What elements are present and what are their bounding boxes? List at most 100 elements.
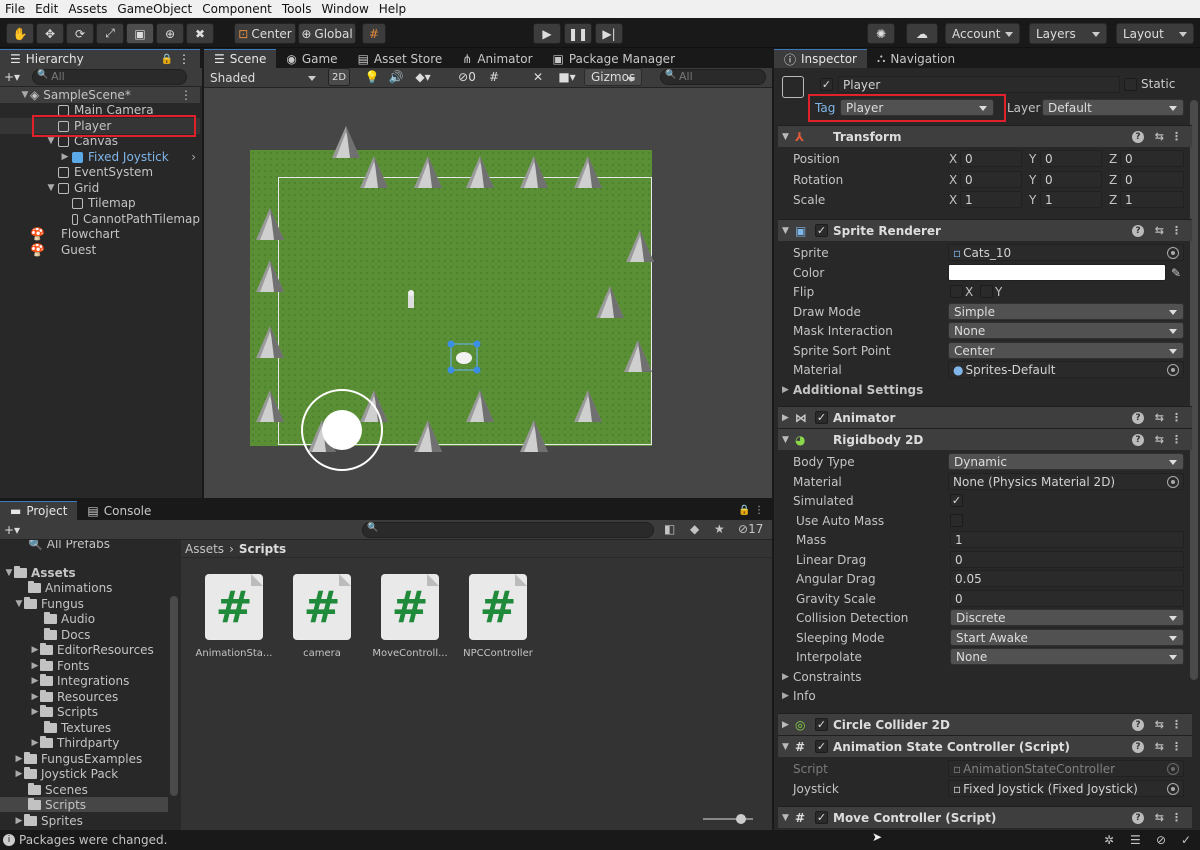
presets-icon[interactable]: ⇆ (1155, 811, 1164, 824)
tab-navigation[interactable]: ⛬ Navigation (867, 49, 965, 68)
collision-detection-dropdown[interactable]: Discrete (950, 609, 1184, 626)
scene-root[interactable]: ▼ ◈ SampleScene* ⋮ (0, 87, 200, 103)
rotation-x-field[interactable]: 0 (960, 171, 1022, 188)
layer-dropdown[interactable]: Default (1042, 99, 1184, 116)
file-label-animationstate[interactable]: AnimationSta... (191, 648, 277, 659)
presets-icon[interactable]: ⇆ (1155, 740, 1164, 753)
object-name-field[interactable]: Player (838, 76, 1120, 93)
component-menu-icon[interactable]: ⋮ (1171, 130, 1182, 143)
space-global-button[interactable]: ⊕ Global (298, 23, 356, 44)
position-y-field[interactable]: 0 (1040, 150, 1102, 167)
filter-type-icon[interactable]: ◧ (664, 522, 675, 536)
static-label[interactable]: Static (1141, 77, 1175, 91)
sprite-renderer-header[interactable]: ▼ ▣ ✓ Sprite Renderer? ⇆ ⋮ (778, 219, 1192, 241)
move-tool-icon[interactable]: ✥ (36, 23, 64, 44)
lock-icon[interactable]: 🔒 ⋮ (738, 505, 764, 516)
tree-scripts[interactable]: Scripts (0, 797, 168, 812)
menu-assets[interactable]: Assets (63, 2, 112, 16)
layout-dropdown[interactable]: Layout (1116, 23, 1194, 44)
hidden-packages-icon[interactable]: ⊘17 (738, 522, 763, 536)
hierarchy-item-cannotpathtilemap[interactable]: CannotPathTilemap (0, 211, 200, 227)
tab-package-manager[interactable]: ▣ Package Manager (543, 49, 686, 68)
circle-collider-enabled-checkbox[interactable]: ✓ (815, 718, 828, 731)
object-picker-icon[interactable] (1167, 782, 1179, 795)
collab-icon[interactable]: ✺ (867, 23, 895, 44)
effects-icon[interactable]: ◆▾ (410, 68, 436, 86)
object-picker-icon[interactable] (1167, 363, 1179, 376)
presets-icon[interactable]: ⇆ (1155, 224, 1164, 237)
camera-icon[interactable]: ■▾ (554, 68, 580, 86)
flip-x-checkbox[interactable] (950, 285, 963, 298)
tree-fungus[interactable]: ▼ Fungus (14, 596, 84, 611)
scale-tool-icon[interactable]: ⤢ (96, 23, 124, 44)
layers-dropdown[interactable]: Layers (1029, 23, 1107, 44)
tab-scene[interactable]: ☰ Scene (204, 49, 277, 68)
tree-editorresources[interactable]: ▶ EditorResources (30, 642, 154, 657)
interpolate-dropdown[interactable]: None (950, 648, 1184, 665)
color-swatch[interactable] (948, 264, 1166, 281)
hierarchy-item-eventsystem[interactable]: EventSystem (0, 164, 200, 180)
tab-animator[interactable]: ⋔ Animator (452, 49, 542, 68)
rotation-y-field[interactable]: 0 (1040, 171, 1102, 188)
favorite-star-icon[interactable]: ★ (714, 522, 725, 536)
mass-field[interactable]: 1 (950, 531, 1184, 548)
menu-tools[interactable]: Tools (277, 2, 317, 16)
tools-icon[interactable]: ✕ (528, 68, 548, 86)
script-file-icon[interactable]: # (293, 574, 351, 640)
flip-y-checkbox[interactable] (980, 285, 993, 298)
tree-fungusexamples[interactable]: ▶ FungusExamples (14, 751, 142, 766)
pivot-center-button[interactable]: ⊡ Center (234, 23, 296, 44)
animator-header[interactable]: ▶ ⋈ ✓ Animator? ⇆ ⋮ (778, 406, 1192, 428)
tab-asset-store[interactable]: ▤ Asset Store (348, 49, 453, 68)
player-sprite[interactable] (447, 340, 481, 374)
play-button[interactable]: ▶ (533, 23, 561, 44)
component-menu-icon[interactable]: ⋮ (1171, 224, 1182, 237)
tab-console[interactable]: ▤ Console (77, 501, 161, 520)
file-label-camera[interactable]: camera (279, 648, 365, 659)
menu-edit[interactable]: Edit (30, 2, 63, 16)
presets-icon[interactable]: ⇆ (1155, 411, 1164, 424)
tree-animations[interactable]: Animations (28, 580, 112, 595)
tab-hierarchy[interactable]: ☰ Hierarchy 🔒 ⋮ (0, 49, 200, 68)
audio-icon[interactable]: 🔊 (386, 68, 406, 86)
component-menu-icon[interactable]: ⋮ (1171, 433, 1182, 446)
component-menu-icon[interactable]: ⋮ (1171, 718, 1182, 731)
presets-icon[interactable]: ⇆ (1155, 718, 1164, 731)
tab-project[interactable]: ▬ Project (0, 501, 78, 520)
angular-drag-field[interactable]: 0.05 (950, 570, 1184, 587)
menu-dots-icon[interactable]: ⋮ (178, 52, 190, 66)
transform-header[interactable]: ▼ ⅄ Transform? ⇆ ⋮ (778, 125, 1192, 147)
material-field[interactable]: ● Sprites-Default (948, 361, 1184, 378)
breadcrumb-scripts[interactable]: Scripts (239, 542, 286, 556)
hierarchy-item-grid[interactable]: ▼ Grid (0, 180, 200, 196)
hierarchy-search-input[interactable]: All (32, 69, 188, 85)
breadcrumb-assets[interactable]: Assets (185, 542, 224, 556)
help-icon[interactable]: ? (1132, 411, 1144, 424)
menu-gameobject[interactable]: GameObject (112, 2, 197, 16)
step-button[interactable]: ▶| (595, 23, 623, 44)
sprite-field[interactable]: ▫ Cats_10 (948, 244, 1184, 261)
anim-state-enabled-checkbox[interactable]: ✓ (815, 740, 828, 753)
active-checkbox[interactable]: ✓ (820, 78, 833, 91)
debug-icon[interactable]: ✲ (1104, 833, 1114, 847)
pause-button[interactable]: ❚❚ (564, 23, 592, 44)
sleeping-mode-dropdown[interactable]: Start Awake (950, 629, 1184, 646)
grid-snap-icon[interactable]: # (362, 23, 386, 44)
mask-interaction-dropdown[interactable]: None (948, 322, 1184, 339)
file-label-npccontroller[interactable]: NPCController (455, 648, 541, 659)
help-icon[interactable]: ? (1132, 811, 1144, 824)
rect-tool-icon[interactable]: ▣ (126, 23, 154, 44)
help-icon[interactable]: ? (1132, 718, 1144, 731)
tree-assets[interactable]: ▼ Assets (4, 565, 76, 580)
tree-scrollbar[interactable] (170, 596, 178, 796)
hand-tool-icon[interactable]: ✋ (6, 23, 34, 44)
physics-material-field[interactable]: None (Physics Material 2D) (948, 473, 1184, 490)
animator-enabled-checkbox[interactable]: ✓ (815, 411, 828, 424)
script-file-icon[interactable]: # (381, 574, 439, 640)
gizmos-dropdown[interactable]: Gizmos (584, 68, 642, 86)
info-row[interactable]: ▶ Info (778, 686, 1192, 705)
scale-x-field[interactable]: 1 (960, 191, 1022, 208)
tree-resources[interactable]: ▶ Resources (30, 689, 118, 704)
scale-y-field[interactable]: 1 (1040, 191, 1102, 208)
help-icon[interactable]: ? (1132, 130, 1144, 143)
